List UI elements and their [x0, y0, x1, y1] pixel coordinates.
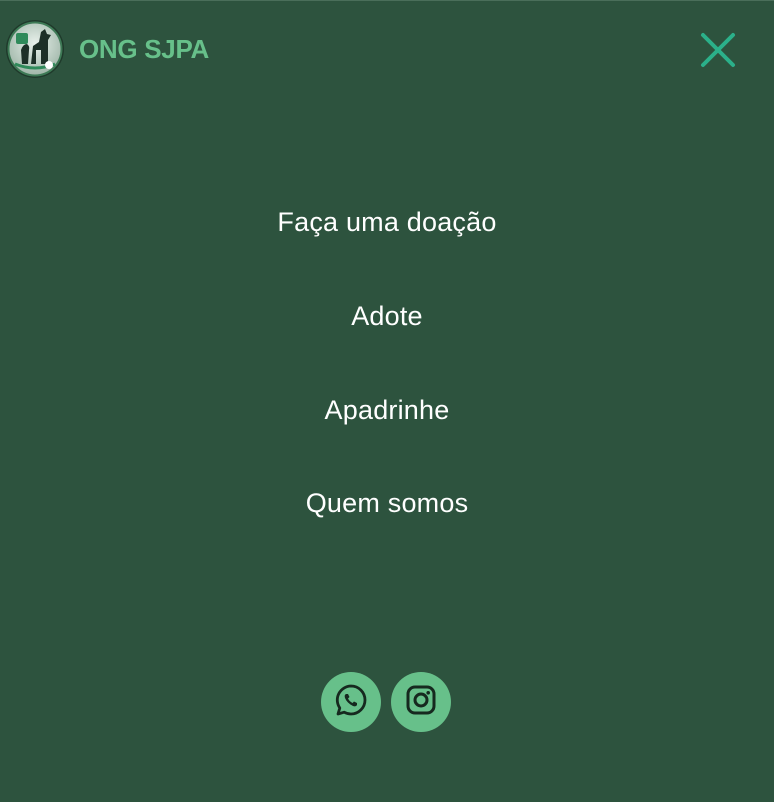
ong-logo-icon: [5, 20, 65, 78]
close-menu-button[interactable]: [695, 29, 741, 75]
instagram-button[interactable]: [391, 672, 451, 732]
nav-item-adopt: Adote: [0, 270, 774, 364]
nav-link-about[interactable]: Quem somos: [306, 488, 469, 519]
mobile-menu-overlay: ONG SJPA Faça uma doação Adote Apadrinhe: [0, 0, 774, 802]
nav-link-sponsor[interactable]: Apadrinhe: [325, 395, 450, 426]
nav-link-adopt[interactable]: Adote: [351, 301, 423, 332]
close-icon: [700, 32, 736, 73]
instagram-icon: [405, 684, 437, 721]
whatsapp-icon: [334, 683, 368, 722]
nav-item-donate: Faça uma doação: [0, 176, 774, 270]
nav-item-about: Quem somos: [0, 457, 774, 551]
nav-link-donate[interactable]: Faça uma doação: [277, 207, 496, 238]
nav-menu-list: Faça uma doação Adote Apadrinhe Quem som…: [0, 176, 774, 551]
whatsapp-button[interactable]: [321, 672, 381, 732]
nav-item-sponsor: Apadrinhe: [0, 363, 774, 457]
brand-name: ONG SJPA: [79, 33, 210, 64]
header: ONG SJPA: [0, 1, 774, 99]
social-links: [321, 672, 451, 732]
brand-link[interactable]: ONG SJPA: [5, 20, 209, 78]
